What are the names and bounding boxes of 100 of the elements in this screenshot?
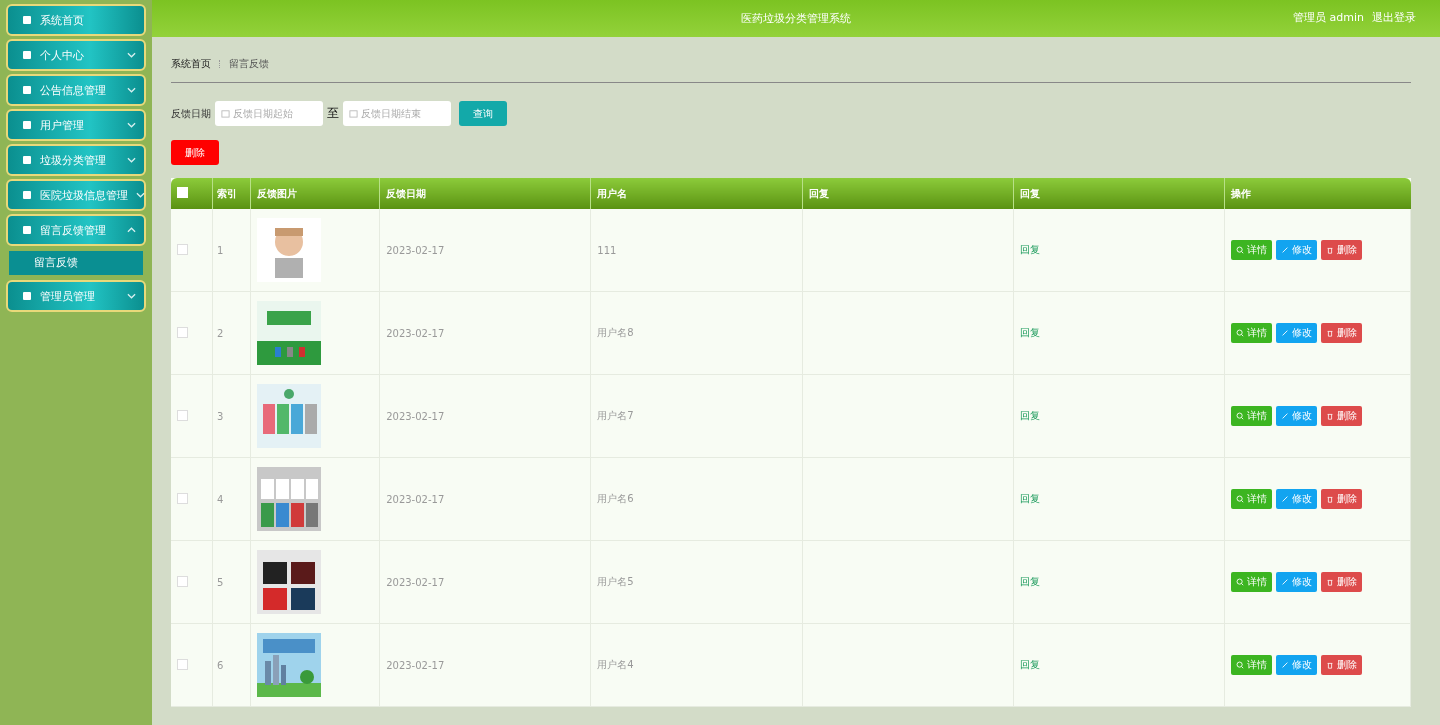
action-button[interactable]: 详情 [1230,572,1272,592]
action-button[interactable]: 删除 [1320,489,1362,509]
row-checkbox[interactable] [177,409,188,421]
menu-item-icon [22,120,32,130]
reply-link[interactable]: 回复 [1019,659,1040,670]
reply-link[interactable]: 回复 [1019,493,1040,504]
row-checkbox[interactable] [177,658,188,670]
app-title: 医药垃圾分类管理系统 [741,11,851,26]
row-checkbox[interactable] [177,575,188,587]
pencil-icon [1280,412,1289,420]
menu-item-icon [22,190,32,200]
calendar-icon [221,109,230,118]
action-button[interactable]: 修改 [1275,572,1317,592]
reply-link[interactable]: 回复 [1019,576,1040,587]
sidebar-item[interactable]: 医院垃圾信息管理 [6,179,146,211]
action-button[interactable]: 删除 [1320,655,1362,675]
column-header: 索引 [212,178,251,209]
table-cell: 111 [597,244,617,256]
search-button[interactable]: 查询 [459,101,507,126]
search-icon [1235,412,1244,420]
menu-item-icon [22,225,32,235]
user-label: 管理员 admin [1293,10,1364,25]
row-checkbox[interactable] [177,492,188,504]
column-header: 用户名 [590,178,803,209]
table-cell: 2023-02-17 [386,410,445,422]
table-cell: 2023-02-17 [386,327,445,339]
sidebar-item[interactable]: 留言反馈管理 [6,214,146,246]
menu-item-icon [22,291,32,301]
table-cell: 5 [216,576,224,588]
action-button[interactable]: 详情 [1230,406,1272,426]
trash-icon [1325,495,1334,503]
sidebar-item[interactable]: 用户管理 [6,109,146,141]
table-cell: 2023-02-17 [386,576,445,588]
action-button[interactable]: 修改 [1275,240,1317,260]
search-icon [1235,661,1244,669]
delete-button[interactable]: 删除 [171,140,219,165]
menu-item-icon [22,50,32,60]
filter-label: 反馈日期 [171,106,211,121]
date-field[interactable]: 反馈日期起始 [215,101,323,126]
table-cell: 2023-02-17 [386,244,445,256]
pencil-icon [1280,329,1289,337]
search-icon [1235,578,1244,586]
breadcrumb-item[interactable]: 系统首页 [171,56,211,71]
sidebar-item[interactable]: 垃圾分类管理 [6,144,146,176]
table-cell: 1 [216,244,224,256]
trash-icon [1325,578,1334,586]
sidebar-item[interactable]: 公告信息管理 [6,74,146,106]
table-cell: 用户名5 [597,576,634,587]
action-button[interactable]: 修改 [1275,489,1317,509]
trash-icon [1325,329,1334,337]
table-cell: 用户名8 [597,327,634,338]
row-checkbox[interactable] [177,243,188,255]
action-button[interactable]: 删除 [1320,323,1362,343]
search-icon [1235,329,1244,337]
action-button[interactable]: 修改 [1275,655,1317,675]
date-field[interactable]: 反馈日期结束 [343,101,451,126]
action-button[interactable]: 修改 [1275,406,1317,426]
action-button[interactable]: 详情 [1230,240,1272,260]
reply-link[interactable]: 回复 [1019,410,1040,421]
column-header: 反馈图片 [250,178,380,209]
action-button[interactable]: 删除 [1320,406,1362,426]
table-cell: 用户名6 [597,493,634,504]
table-cell: 4 [216,493,224,505]
table-cell: 2023-02-17 [386,493,445,505]
column-header: 回复 [1013,178,1225,209]
trash-icon [1325,246,1334,254]
sidebar-item[interactable]: 管理员管理 [6,280,146,312]
table-cell: 2023-02-17 [386,659,445,671]
trash-icon [1325,661,1334,669]
logout-link[interactable]: 退出登录 [1372,10,1416,25]
menu-item-icon [22,85,32,95]
row-checkbox[interactable] [177,326,188,338]
reply-link[interactable]: 回复 [1019,327,1040,338]
submenu-item[interactable]: 留言反馈 [9,251,143,275]
column-header: 反馈日期 [379,178,591,209]
sidebar-item[interactable]: 系统首页 [6,4,146,36]
action-button[interactable]: 详情 [1230,323,1272,343]
pencil-icon [1280,661,1289,669]
calendar-icon [349,109,358,118]
menu-item-icon [22,15,32,25]
pencil-icon [1280,495,1289,503]
action-button[interactable]: 详情 [1230,655,1272,675]
select-all-checkbox[interactable] [177,187,188,198]
table-cell: 3 [216,410,224,422]
action-button[interactable]: 修改 [1275,323,1317,343]
table-cell: 2 [216,327,224,339]
action-button[interactable]: 删除 [1320,240,1362,260]
table-cell: 用户名4 [597,659,634,670]
action-button[interactable]: 详情 [1230,489,1272,509]
column-header: 操作 [1224,178,1411,209]
table-cell: 6 [216,659,224,671]
pencil-icon [1280,578,1289,586]
column-header: 回复 [802,178,1014,209]
reply-link[interactable]: 回复 [1019,244,1040,255]
search-icon [1235,495,1244,503]
breadcrumb-item[interactable]: 留言反馈 [229,56,269,71]
sidebar-item[interactable]: 个人中心 [6,39,146,71]
action-button[interactable]: 删除 [1320,572,1362,592]
trash-icon [1325,412,1334,420]
range-separator: 至 [327,105,339,122]
